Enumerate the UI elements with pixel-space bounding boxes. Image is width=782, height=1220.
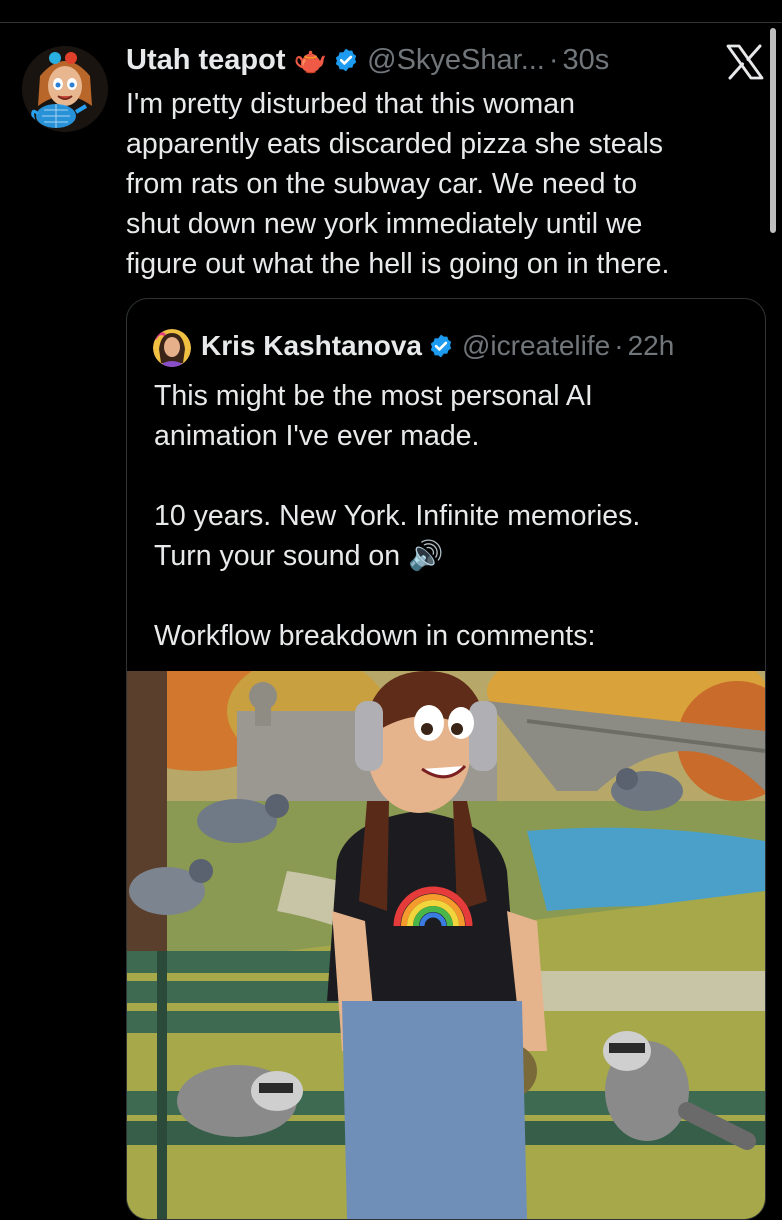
tweet-time[interactable]: 30s — [563, 44, 610, 77]
author-avatar[interactable] — [22, 46, 108, 132]
quoted-tweet-text: This might be the most personal AI anima… — [154, 380, 641, 652]
teapot-emoji: 🫖 — [293, 45, 328, 75]
x-logo-icon[interactable] — [725, 44, 765, 80]
quoted-tweet-header: Kris Kashtanova @icreatelife · 22h — [201, 326, 674, 366]
tweet-text: I'm pretty disturbed that this woman app… — [126, 88, 670, 280]
previous-tweet-divider — [0, 0, 782, 23]
quoted-tweet-time[interactable]: 22h — [628, 330, 675, 362]
separator-dot: · — [548, 43, 559, 76]
cartoon-park-scene-image[interactable] — [127, 671, 765, 1219]
cartoon-avatar-with-teapot-icon — [22, 46, 108, 132]
verified-badge-icon — [335, 48, 357, 72]
author-handle[interactable]: @SkyeShar... — [367, 44, 545, 77]
quoted-author-avatar[interactable] — [153, 329, 191, 367]
scrollbar[interactable] — [770, 28, 776, 233]
quoted-author-handle[interactable]: @icreatelife — [462, 330, 610, 362]
separator-dot: · — [614, 330, 624, 361]
tweet-header: Utah teapot 🫖 @SkyeShar... · 30s — [126, 40, 609, 80]
quoted-tweet-card[interactable]: Kris Kashtanova @icreatelife · 22h This … — [126, 298, 766, 1220]
quoted-author-name[interactable]: Kris Kashtanova — [201, 330, 422, 362]
verified-badge-icon — [430, 334, 452, 358]
author-name[interactable]: Utah teapot — [126, 44, 286, 77]
cartoon-avatar-icon — [153, 329, 191, 367]
